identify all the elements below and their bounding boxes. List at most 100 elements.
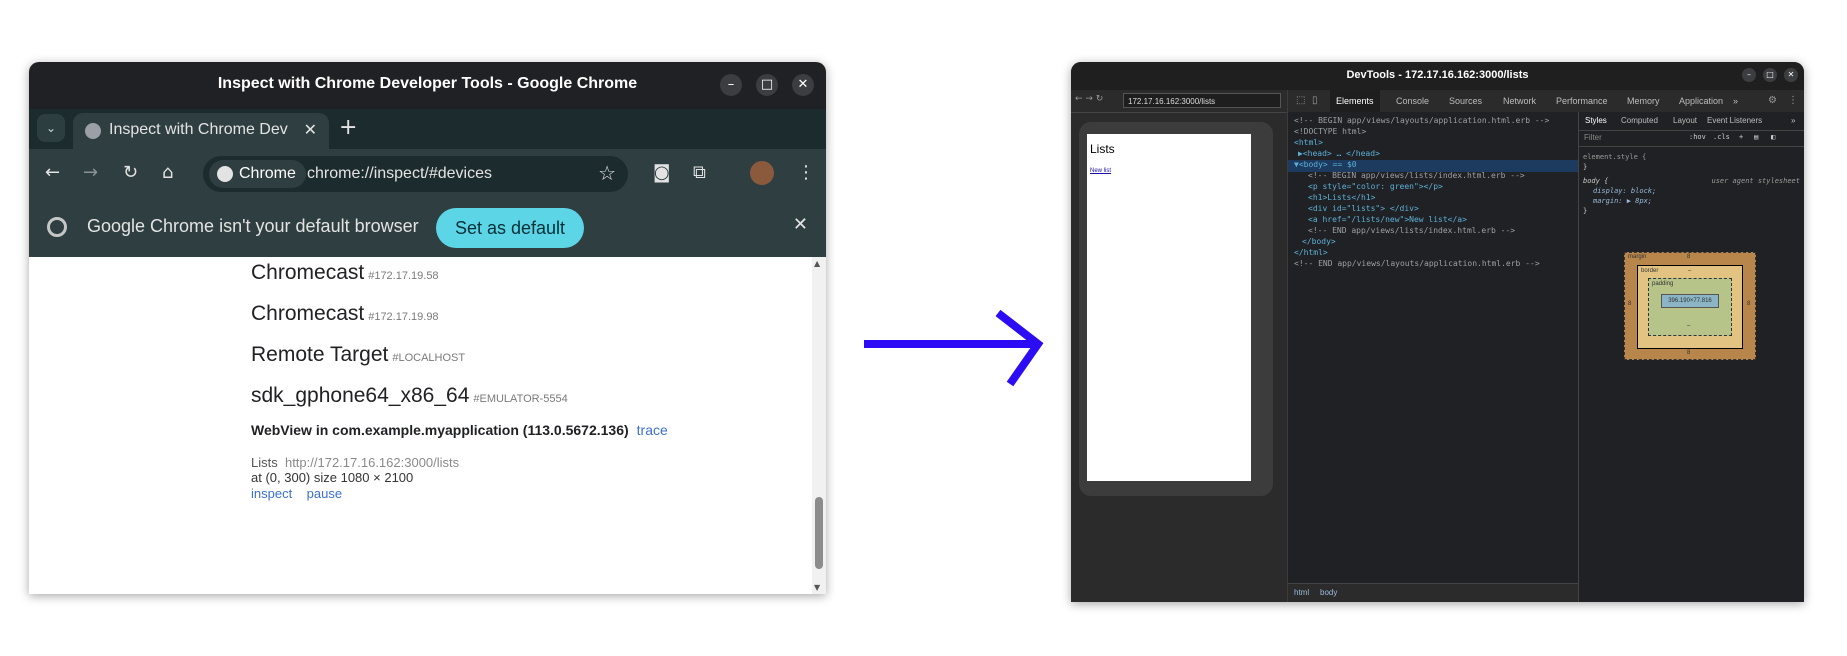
rule-close: } xyxy=(1583,207,1588,215)
home-icon[interactable]: ⌂ xyxy=(162,162,173,183)
scroll-down-arrow-icon[interactable]: ▼ xyxy=(814,583,820,592)
chrome-logo-icon xyxy=(217,166,233,182)
filter-input[interactable]: Filter xyxy=(1584,133,1602,142)
inspect-link[interactable]: inspect xyxy=(251,486,292,501)
border-label: border xyxy=(1641,268,1659,274)
padding-label: padding xyxy=(1652,281,1674,287)
device-screen[interactable]: Lists New list xyxy=(1087,134,1251,481)
device-id: #EMULATOR-5554 xyxy=(473,393,568,405)
tab-styles[interactable]: Styles xyxy=(1585,116,1607,125)
tab-elements[interactable]: Elements xyxy=(1330,90,1380,112)
ua-stylesheet-label: user agent stylesheet xyxy=(1711,177,1800,185)
breadcrumb: html body xyxy=(1288,583,1578,602)
chrome-favicon-icon xyxy=(85,123,101,139)
breadcrumb-html[interactable]: html xyxy=(1294,588,1309,597)
device-item: Remote Target #LOCALHOST xyxy=(251,343,465,367)
window-title: Inspect with Chrome Developer Tools - Go… xyxy=(217,75,638,92)
default-browser-infobar: Google Chrome isn't your default browser… xyxy=(29,199,826,257)
new-rule-icon[interactable]: + xyxy=(1739,133,1743,141)
margin-top-value[interactable]: 8 xyxy=(1687,254,1690,260)
bookmark-star-icon[interactable]: ☆ xyxy=(598,161,616,185)
menu-kebab-icon[interactable]: ⋮ xyxy=(797,162,815,183)
chrome-icon xyxy=(47,217,67,237)
display-declaration[interactable]: display: block; xyxy=(1593,187,1656,195)
tab-performance[interactable]: Performance xyxy=(1556,96,1608,106)
tab-strip: ⌄ Inspect with Chrome Dev ✕ + xyxy=(29,109,826,149)
devtools-title: DevTools - 172.17.16.162:3000/lists xyxy=(1346,69,1529,81)
border-value[interactable]: – xyxy=(1688,268,1691,274)
profile-avatar[interactable] xyxy=(750,161,774,185)
set-as-default-button[interactable]: Set as default xyxy=(436,208,584,248)
device-toolbar-icon[interactable]: ▯ xyxy=(1312,95,1318,106)
scrollbar-thumb[interactable] xyxy=(815,497,823,569)
margin-declaration[interactable]: margin: ▶ 8px; xyxy=(1593,197,1652,205)
tab-application[interactable]: Application xyxy=(1679,96,1723,106)
vertical-scrollbar[interactable]: ▲ ▼ xyxy=(812,257,826,594)
maximize-button[interactable]: □ xyxy=(1763,68,1777,82)
more-tabs-button[interactable]: » xyxy=(1733,96,1738,106)
trace-link[interactable]: trace xyxy=(637,422,668,438)
pause-link[interactable]: pause xyxy=(307,486,342,501)
close-window-button[interactable]: ✕ xyxy=(1784,68,1798,82)
tab-event-listeners[interactable]: Event Listeners xyxy=(1707,116,1762,125)
element-style-rule[interactable]: element.style { xyxy=(1583,153,1646,161)
screenshot-icon[interactable]: ◙ xyxy=(653,162,670,183)
box-model-content[interactable]: 396.190×77.816 xyxy=(1661,294,1719,308)
padding-value[interactable]: – xyxy=(1687,323,1690,329)
new-tab-button[interactable]: + xyxy=(339,115,357,140)
toolbar: ← → ↻ ⌂ Chrome chrome://inspect/#devices… xyxy=(29,149,826,199)
minimize-button[interactable]: – xyxy=(720,74,742,96)
dom-node[interactable]: <!-- END app/views/lists/index.html.erb … xyxy=(1308,226,1515,238)
address-text[interactable]: chrome://inspect/#devices xyxy=(307,165,492,183)
window-titlebar: Inspect with Chrome Developer Tools - Go… xyxy=(29,62,826,109)
tab-network[interactable]: Network xyxy=(1503,96,1536,106)
sidebar-toggle-icon[interactable]: ◧ xyxy=(1771,133,1775,141)
cls-toggle[interactable]: .cls xyxy=(1713,133,1730,141)
close-window-button[interactable]: ✕ xyxy=(792,74,814,96)
omnibox[interactable]: Chrome chrome://inspect/#devices ☆ xyxy=(203,156,628,192)
paint-icon[interactable]: ▤ xyxy=(1754,133,1758,141)
page-title: Lists xyxy=(251,455,278,470)
breadcrumb-body[interactable]: body xyxy=(1320,588,1337,597)
screencast-nav-icons[interactable]: ← → ↻ xyxy=(1075,94,1103,104)
settings-gear-icon[interactable]: ⚙ xyxy=(1768,95,1777,106)
tab-search-button[interactable]: ⌄ xyxy=(37,114,65,142)
extensions-icon[interactable]: ⧉ xyxy=(693,162,706,183)
forward-icon[interactable]: → xyxy=(83,162,98,183)
right-arrow-icon xyxy=(864,310,1044,387)
margin-right-value[interactable]: 8 xyxy=(1747,301,1750,307)
tab-layout[interactable]: Layout xyxy=(1673,116,1697,125)
screencast-url[interactable]: 172.17.16.162:3000/lists xyxy=(1123,93,1281,108)
new-list-link[interactable]: New list xyxy=(1090,168,1111,174)
minimize-button[interactable]: – xyxy=(1742,68,1756,82)
box-model-margin[interactable]: margin 8 8 8 8 border – padding – 396.19… xyxy=(1624,252,1756,360)
customize-menu-icon[interactable]: ⋮ xyxy=(1788,95,1798,106)
tab-inspect[interactable]: Inspect with Chrome Dev ✕ xyxy=(73,113,329,149)
box-model-border[interactable]: border – padding – 396.190×77.816 xyxy=(1637,265,1743,349)
body-rule-selector[interactable]: body { xyxy=(1583,177,1608,185)
hov-toggle[interactable]: :hov xyxy=(1689,133,1706,141)
box-model-padding[interactable]: padding – 396.190×77.816 xyxy=(1648,278,1732,336)
margin-label: margin xyxy=(1628,254,1647,260)
screencast-pane: ← → ↻ 172.17.16.162:3000/lists Lists New… xyxy=(1071,90,1287,602)
tab-computed[interactable]: Computed xyxy=(1621,116,1658,125)
dom-node[interactable]: <!-- END app/views/layouts/application.h… xyxy=(1294,259,1540,271)
tab-memory[interactable]: Memory xyxy=(1627,96,1660,106)
back-icon[interactable]: ← xyxy=(45,162,60,183)
margin-left-value[interactable]: 8 xyxy=(1628,301,1631,307)
inspect-element-icon[interactable]: ⬚ xyxy=(1296,95,1305,106)
tab-console[interactable]: Console xyxy=(1396,96,1429,106)
scroll-up-arrow-icon[interactable]: ▲ xyxy=(814,259,820,268)
reload-icon[interactable]: ↻ xyxy=(123,162,138,183)
more-styles-tabs-button[interactable]: » xyxy=(1791,116,1795,125)
page-url: http://172.17.16.162:3000/lists xyxy=(284,455,460,470)
maximize-button[interactable]: □ xyxy=(756,74,778,96)
site-chip[interactable]: Chrome xyxy=(209,160,306,188)
infobar-close-icon[interactable]: ✕ xyxy=(793,214,808,235)
styles-tabbar: Styles Computed Layout Event Listeners » xyxy=(1579,112,1804,131)
tab-sources[interactable]: Sources xyxy=(1449,96,1482,106)
close-tab-icon[interactable]: ✕ xyxy=(304,120,317,139)
margin-bottom-value[interactable]: 8 xyxy=(1687,350,1690,356)
rule-close: } xyxy=(1583,163,1588,171)
devtools-titlebar: DevTools - 172.17.16.162:3000/lists – □ … xyxy=(1071,62,1804,90)
